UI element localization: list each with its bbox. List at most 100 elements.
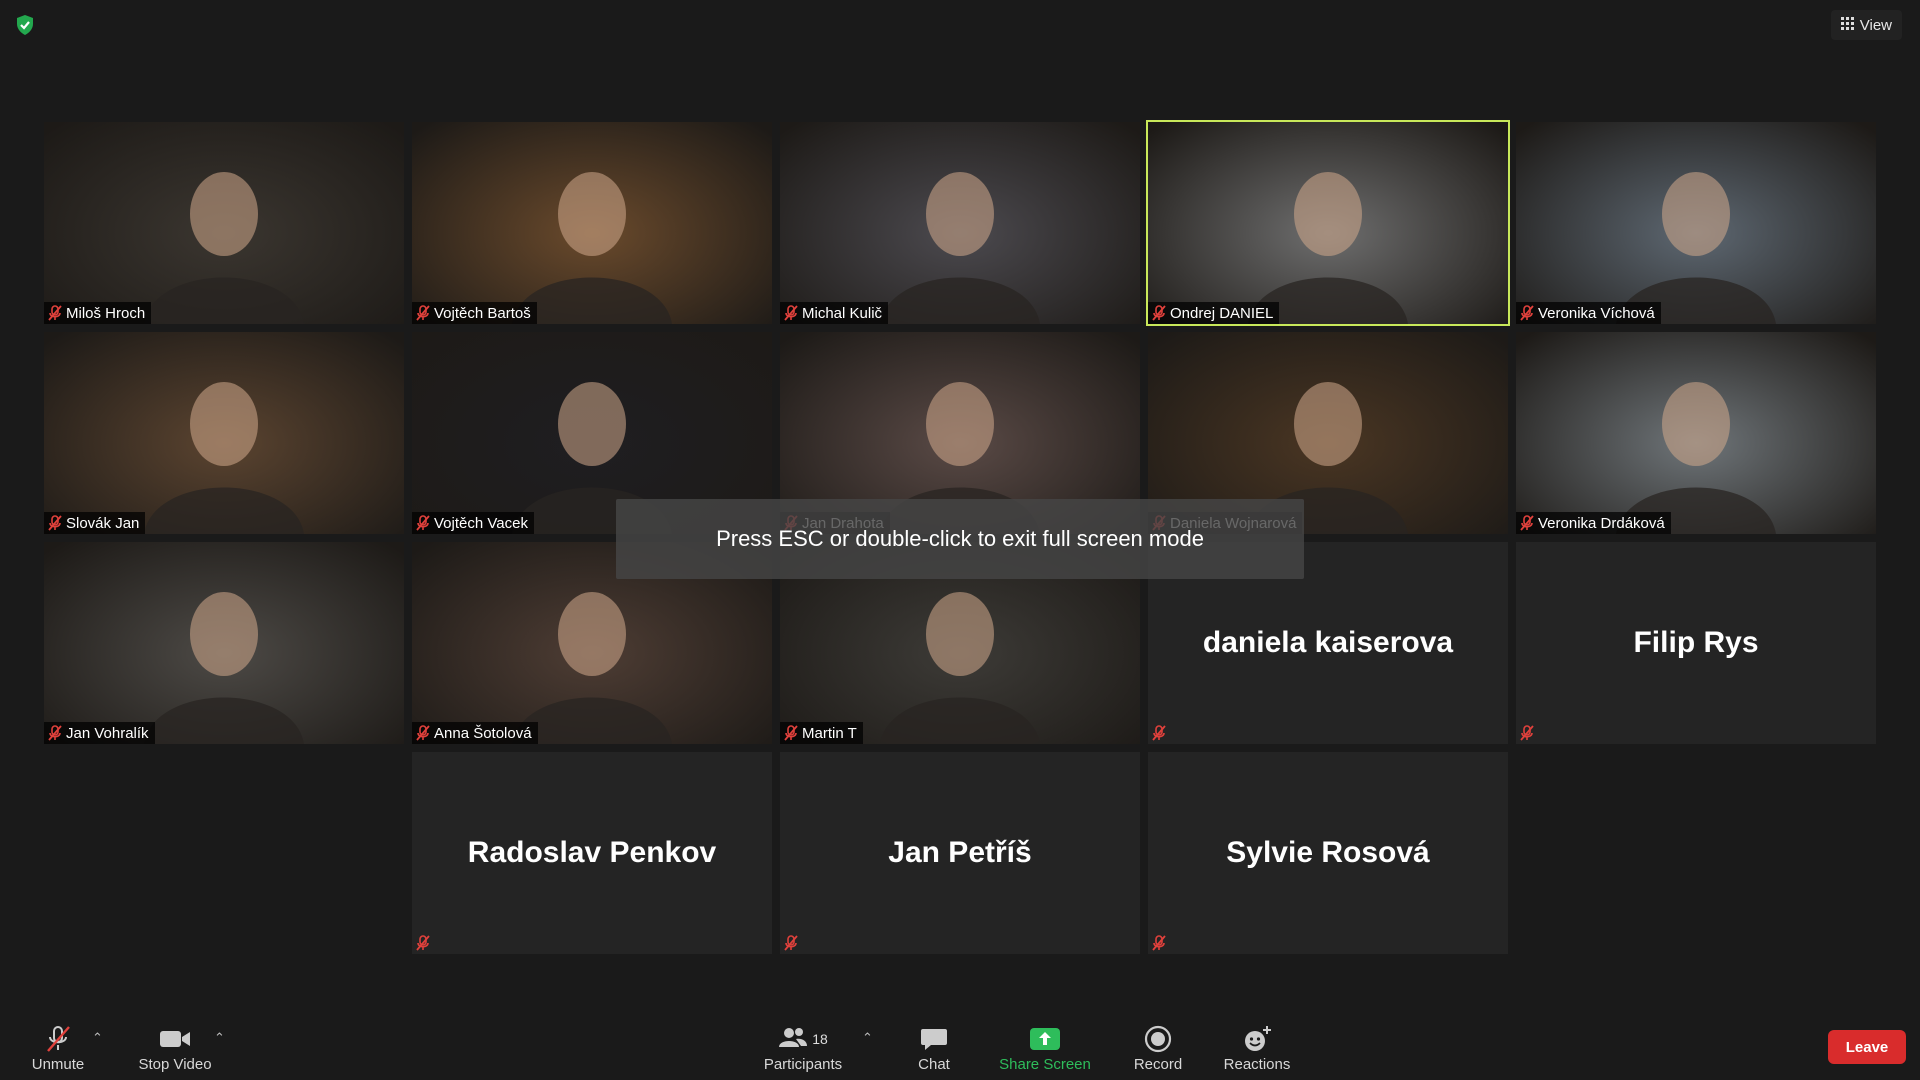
participant-tile[interactable]: Ondrej DANIEL xyxy=(1146,120,1510,326)
participant-name-tag: Slovák Jan xyxy=(44,512,146,534)
unmute-button[interactable]: Unmute xyxy=(28,1024,88,1078)
participant-name-tag: Miloš Hroch xyxy=(44,302,152,324)
participant-name: Jan Vohralík xyxy=(66,724,149,742)
participant-name: Martin T xyxy=(802,724,857,742)
participant-name: Veronika Drdáková xyxy=(1538,514,1665,532)
meeting-toolbar: Unmute ⌃ Stop Video ⌃ 18 Participants ⌃ … xyxy=(0,1016,1920,1080)
leave-button[interactable]: Leave xyxy=(1828,1030,1906,1064)
video-feed xyxy=(1148,122,1508,324)
reactions-button[interactable]: Reactions xyxy=(1222,1024,1292,1078)
unmute-label: Unmute xyxy=(31,1056,85,1073)
empty-grid-cell xyxy=(44,752,404,954)
mic-off-icon xyxy=(1152,725,1166,741)
record-button[interactable]: Record xyxy=(1130,1024,1186,1078)
participants-label: Participants xyxy=(763,1056,843,1073)
view-label: View xyxy=(1859,16,1892,34)
share-screen-label: Share Screen xyxy=(999,1056,1091,1073)
participant-tile[interactable]: Radoslav Penkov xyxy=(412,752,772,954)
participant-status-tag xyxy=(1148,722,1172,744)
mic-off-icon xyxy=(784,725,798,741)
stop-video-button[interactable]: Stop Video xyxy=(136,1024,214,1078)
participant-name: Sylvie Rosová xyxy=(1226,836,1430,869)
participant-status-tag xyxy=(780,932,804,954)
participants-options-chevron-up-icon[interactable]: ⌃ xyxy=(862,1030,873,1046)
participant-name-tag: Veronika Víchová xyxy=(1516,302,1661,324)
participant-name-tag: Jan Vohralík xyxy=(44,722,155,744)
participants-count: 18 xyxy=(812,1031,828,1047)
participant-tile[interactable]: Veronika Drdáková xyxy=(1516,332,1876,534)
mic-off-icon xyxy=(416,515,430,531)
video-feed xyxy=(44,542,404,744)
mic-off-icon xyxy=(784,305,798,321)
participant-tile[interactable]: Jan Petříš xyxy=(780,752,1140,954)
participant-tile[interactable]: Slovák Jan xyxy=(44,332,404,534)
mic-off-icon xyxy=(416,935,430,951)
participant-name: Veronika Víchová xyxy=(1538,304,1655,322)
participant-tile[interactable]: Jan Vohralík xyxy=(44,542,404,744)
participant-status-tag xyxy=(412,932,436,954)
video-feed xyxy=(1516,122,1876,324)
chat-bubble-icon xyxy=(920,1024,948,1054)
video-feed xyxy=(780,122,1140,324)
participant-name-tag: Ondrej DANIEL xyxy=(1148,302,1280,324)
chat-button[interactable]: Chat xyxy=(908,1024,960,1078)
participant-name: Miloš Hroch xyxy=(66,304,146,322)
mic-off-icon xyxy=(416,305,430,321)
participant-name-tag: Anna Šotolová xyxy=(412,722,538,744)
participants-icon-group: 18 xyxy=(778,1024,828,1054)
mic-off-icon xyxy=(1520,305,1534,321)
mic-off-icon xyxy=(1520,725,1534,741)
participant-name: Slovák Jan xyxy=(66,514,140,532)
participant-name: Vojtěch Bartoš xyxy=(434,304,531,322)
participant-status-tag xyxy=(1148,932,1172,954)
participant-name-tag: Martin T xyxy=(780,722,863,744)
participant-name-tag: Veronika Drdáková xyxy=(1516,512,1671,534)
participant-tile[interactable]: Sylvie Rosová xyxy=(1148,752,1508,954)
mic-off-icon xyxy=(44,1024,72,1054)
mic-off-icon xyxy=(1152,305,1166,321)
participant-tile[interactable]: Michal Kulič xyxy=(780,122,1140,324)
mic-off-icon xyxy=(48,725,62,741)
reactions-label: Reactions xyxy=(1223,1056,1291,1073)
participant-name: Radoslav Penkov xyxy=(467,836,717,869)
participant-tile[interactable]: Veronika Víchová xyxy=(1516,122,1876,324)
participant-tile[interactable]: Filip Rys xyxy=(1516,542,1876,744)
video-camera-icon xyxy=(159,1024,191,1054)
share-screen-button[interactable]: Share Screen xyxy=(996,1024,1094,1078)
video-feed xyxy=(412,122,772,324)
participant-name: Vojtěch Vacek xyxy=(434,514,528,532)
people-icon xyxy=(778,1026,808,1052)
participant-name: Michal Kulič xyxy=(802,304,883,322)
participant-name: Filip Rys xyxy=(1633,626,1759,659)
mic-off-icon xyxy=(48,515,62,531)
participant-status-tag xyxy=(1516,722,1540,744)
mic-off-icon xyxy=(48,305,62,321)
audio-options-chevron-up-icon[interactable]: ⌃ xyxy=(92,1030,103,1046)
stop-video-label: Stop Video xyxy=(138,1056,212,1073)
fullscreen-exit-banner: Press ESC or double-click to exit full s… xyxy=(616,499,1304,579)
mic-off-icon xyxy=(1152,935,1166,951)
video-feed xyxy=(44,122,404,324)
grid-icon xyxy=(1840,16,1854,34)
view-button[interactable]: View xyxy=(1830,10,1902,40)
share-screen-arrow-icon xyxy=(1030,1024,1060,1054)
video-feed xyxy=(1516,332,1876,534)
participant-tile[interactable]: Miloš Hroch xyxy=(44,122,404,324)
video-options-chevron-up-icon[interactable]: ⌃ xyxy=(214,1030,225,1046)
participant-name: Jan Petříš xyxy=(888,836,1032,869)
participant-name: Ondrej DANIEL xyxy=(1170,304,1274,322)
participant-tile[interactable]: Vojtěch Bartoš xyxy=(412,122,772,324)
security-shield-icon[interactable] xyxy=(12,12,38,38)
mic-off-icon xyxy=(416,725,430,741)
participant-name-tag: Vojtěch Vacek xyxy=(412,512,534,534)
video-feed xyxy=(44,332,404,534)
participant-name-tag: Vojtěch Bartoš xyxy=(412,302,537,324)
participant-name-tag: Michal Kulič xyxy=(780,302,889,324)
chat-label: Chat xyxy=(918,1056,950,1073)
mic-off-icon xyxy=(784,935,798,951)
participants-button[interactable]: 18 Participants xyxy=(760,1024,846,1078)
record-label: Record xyxy=(1133,1056,1183,1073)
participant-name: Anna Šotolová xyxy=(434,724,532,742)
record-icon xyxy=(1144,1024,1172,1054)
smiley-add-icon xyxy=(1242,1024,1272,1054)
